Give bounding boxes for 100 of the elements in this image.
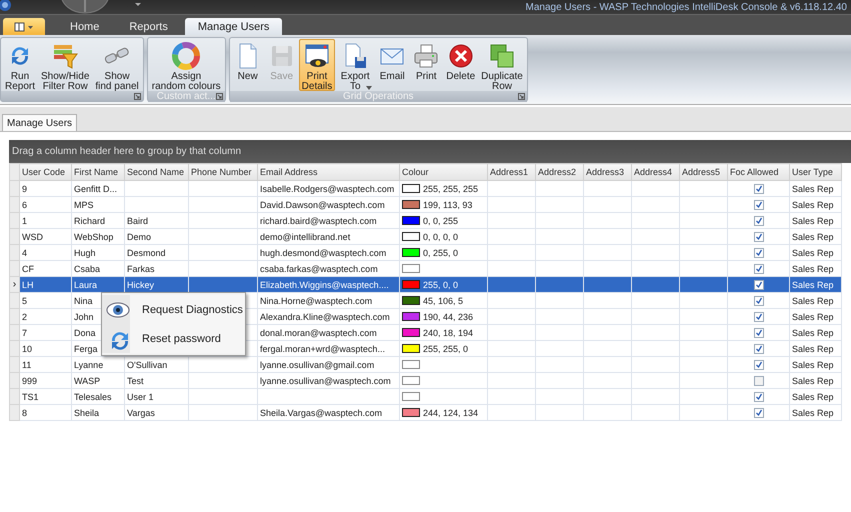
ribbon-tab[interactable]: Reports <box>116 18 181 35</box>
group-caption: Grid Operations <box>342 91 414 102</box>
dialog-launcher-icon[interactable] <box>134 93 141 100</box>
ribbon-tab[interactable]: Home <box>57 18 112 35</box>
table-cell: lyanne.osullivan@gmail.com <box>258 356 400 372</box>
checkbox[interactable] <box>754 296 764 306</box>
colour-value: 255, 255, 0 <box>423 344 468 354</box>
dialog-launcher-icon[interactable] <box>518 93 525 100</box>
table-cell: Sales Rep <box>790 340 842 356</box>
table-cell: User 1 <box>124 388 188 404</box>
column-header[interactable]: Phone Number <box>188 164 258 180</box>
ribbon-button[interactable]: Print <box>409 39 444 91</box>
column-header[interactable]: Foc Allowed <box>728 164 790 180</box>
ribbon-button[interactable]: Show/Hide Filter Row <box>38 39 92 91</box>
column-header[interactable]: Address3 <box>584 164 632 180</box>
menu-item[interactable]: Reset password <box>102 324 245 353</box>
table-cell: 9 <box>20 180 72 196</box>
checkbox[interactable] <box>754 216 764 226</box>
ribbon-tab[interactable]: Manage Users <box>184 18 282 35</box>
ribbon-button[interactable]: Print Details <box>298 39 336 91</box>
menu-item[interactable]: Request Diagnostics <box>102 295 245 324</box>
panel-layout-icon <box>13 22 35 32</box>
document-tab[interactable]: Manage Users <box>2 114 78 131</box>
column-header[interactable]: Address5 <box>680 164 728 180</box>
ribbon-button[interactable]: Run Report <box>2 39 38 91</box>
colour-value: 0, 0, 0, 0 <box>423 232 458 242</box>
delete-icon <box>446 42 475 70</box>
checkbox[interactable] <box>754 360 764 370</box>
checkbox[interactable] <box>754 328 764 338</box>
ribbon-button[interactable]: Assign random colours <box>148 39 224 91</box>
table-cell: Test <box>124 372 188 388</box>
checkbox[interactable] <box>754 200 764 210</box>
column-header[interactable]: Address4 <box>632 164 680 180</box>
group-by-hint: Drag a column header here to group by that column <box>12 146 242 157</box>
column-header[interactable]: Colour <box>400 164 488 180</box>
table-cell: Sheila.Vargas@wasptech.com <box>258 404 400 420</box>
table-cell: Alexandra.Kline@wasptech.com <box>258 308 400 324</box>
table-cell: Sales Rep <box>790 324 842 340</box>
table-cell: 4 <box>20 244 72 260</box>
table-cell: MPS <box>72 196 124 212</box>
column-header[interactable]: Address2 <box>536 164 584 180</box>
checkbox[interactable] <box>754 248 764 258</box>
group-caption: Custom act... <box>156 91 216 102</box>
column-header[interactable]: User Type <box>790 164 842 180</box>
colour-value: 199, 113, 93 <box>423 200 472 210</box>
column-header[interactable]: First Name <box>72 164 124 180</box>
table-cell: Laura <box>72 276 124 292</box>
table-cell: Desmond <box>124 244 188 260</box>
column-header[interactable]: Address1 <box>488 164 536 180</box>
table-cell: Sales Rep <box>790 196 842 212</box>
column-header[interactable]: User Code <box>20 164 72 180</box>
table-cell: Sales Rep <box>790 308 842 324</box>
table-cell: donal.moran@wasptech.com <box>258 324 400 340</box>
table-cell: Vargas <box>124 404 188 420</box>
table-cell: Sales Rep <box>790 404 842 420</box>
checkbox[interactable] <box>754 376 764 386</box>
ribbon-button[interactable]: Export To <box>335 39 376 91</box>
table-cell: fergal.moran+wrd@wasptech... <box>258 340 400 356</box>
checkbox[interactable] <box>754 408 764 418</box>
ribbon-button[interactable]: Duplicate Row <box>478 39 526 91</box>
ribbon-button[interactable]: Show find panel <box>92 39 142 91</box>
table-cell: 10 <box>20 340 72 356</box>
checkbox[interactable] <box>754 264 764 274</box>
table-cell: 999 <box>20 372 72 388</box>
table-cell: TS1 <box>20 388 72 404</box>
checkbox[interactable] <box>754 392 764 402</box>
checkbox[interactable] <box>754 344 764 354</box>
ribbon-button[interactable]: Email <box>375 39 410 91</box>
column-header[interactable]: Second Name <box>124 164 188 180</box>
column-header[interactable]: Email Address <box>258 164 400 180</box>
ribbon-button[interactable]: New <box>230 39 265 91</box>
table-cell: richard.baird@wasptech.com <box>258 212 400 228</box>
table-cell: Richard <box>72 212 124 228</box>
dropdown-icon[interactable] <box>134 0 142 8</box>
application-menu-button[interactable] <box>3 18 45 35</box>
printer-icon <box>412 42 440 70</box>
table-cell: Isabelle.Rodgers@wasptech.com <box>258 180 400 196</box>
table-cell: Genfitt D... <box>72 180 124 196</box>
table-cell: 11 <box>20 356 72 372</box>
checkbox[interactable] <box>754 280 764 290</box>
row-indicator: › <box>12 280 18 290</box>
dialog-launcher-icon[interactable] <box>216 93 223 100</box>
table-cell: Nina.Horne@wasptech.com <box>258 292 400 308</box>
table-cell: Sales Rep <box>790 228 842 244</box>
filter-icon <box>51 42 80 70</box>
table-cell: WASP <box>72 372 124 388</box>
table-cell: Demo <box>124 228 188 244</box>
app-logo-icon[interactable] <box>0 0 14 12</box>
checkbox[interactable] <box>754 184 764 194</box>
ribbon-button[interactable]: Delete <box>443 39 478 91</box>
checkbox[interactable] <box>754 232 764 242</box>
checkbox[interactable] <box>754 312 764 322</box>
window-title: Manage Users - WASP Technologies IntelliDesk Console & v6.118.12.40 <box>526 1 847 14</box>
table-cell: hugh.desmond@wasptech.com <box>258 244 400 260</box>
table-cell: 2 <box>20 308 72 324</box>
table-cell: 5 <box>20 292 72 308</box>
table-cell: Sales Rep <box>790 388 842 404</box>
table-cell: demo@intellibrand.net <box>258 228 400 244</box>
table-cell: 6 <box>20 196 72 212</box>
table-cell: Sales Rep <box>790 244 842 260</box>
